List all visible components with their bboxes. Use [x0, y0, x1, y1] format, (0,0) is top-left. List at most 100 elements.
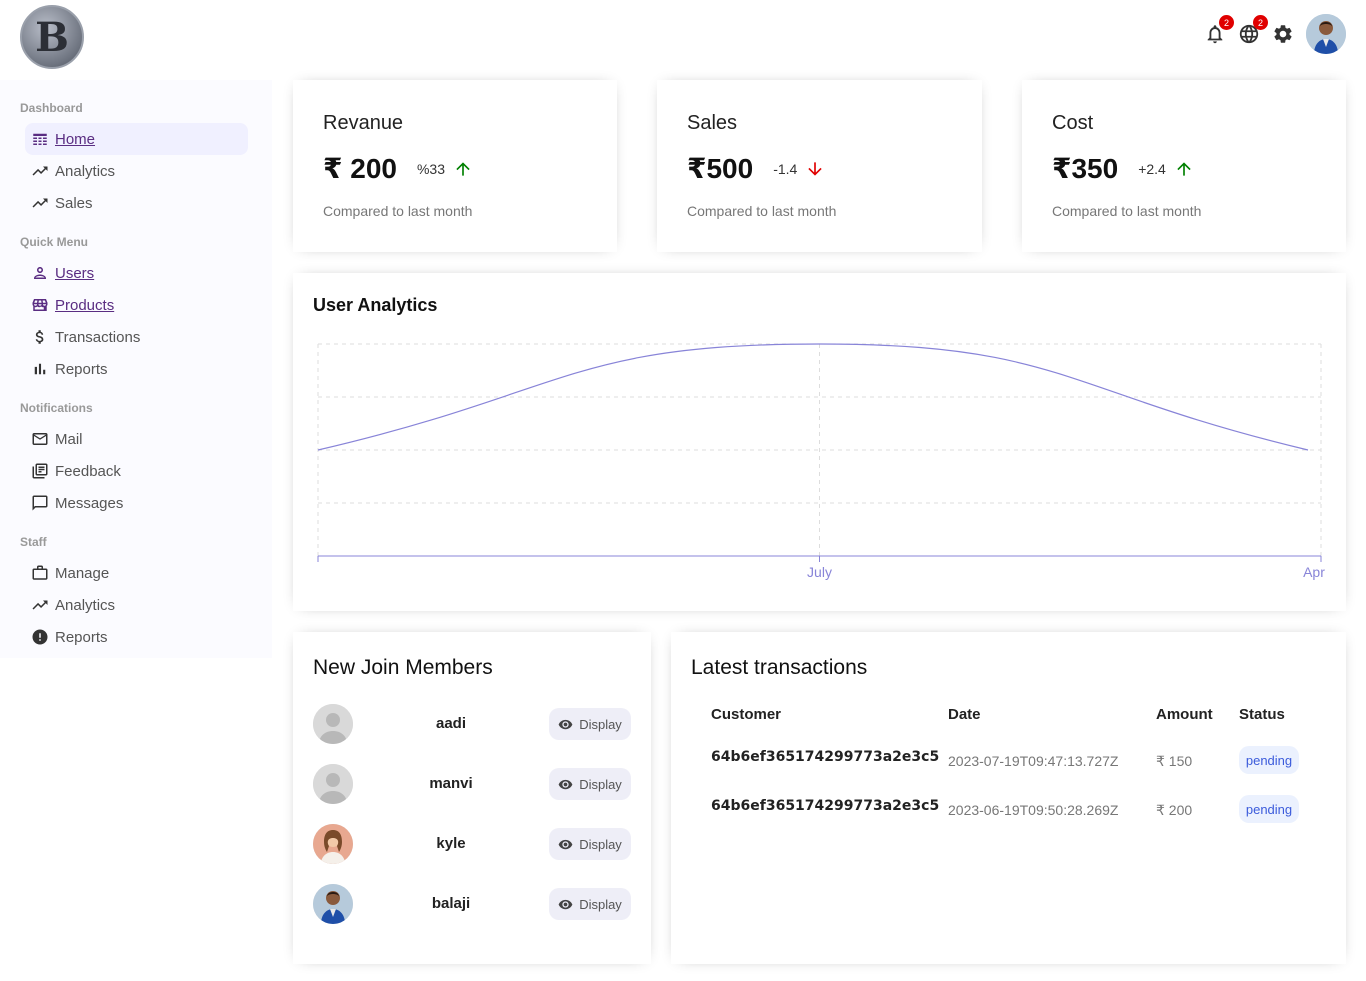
featured-subtitle: Compared to last month [687, 203, 837, 219]
report-icon [31, 628, 49, 646]
notifications-button[interactable]: 2 [1204, 15, 1234, 45]
sidebar-item-label: Reports [55, 628, 108, 646]
sidebar-section-title: Dashboard [20, 101, 83, 115]
eye-icon [558, 899, 573, 909]
settings-button[interactable] [1272, 23, 1294, 45]
member-row: manvi Display [313, 764, 633, 804]
trending-up-icon [31, 162, 49, 180]
user-avatar[interactable] [1306, 14, 1346, 54]
store-icon [31, 296, 49, 314]
sidebar-item-staff-reports[interactable]: Reports [25, 621, 248, 653]
eye-icon [558, 779, 573, 789]
member-avatar [313, 764, 353, 804]
sidebar-item-label: Reports [55, 360, 108, 378]
sidebar-item-label: Messages [55, 494, 124, 512]
gear-icon [1274, 25, 1292, 43]
x-tick-label: Apr [1303, 564, 1325, 580]
display-button[interactable]: Display [549, 888, 631, 920]
sidebar-section-title: Notifications [20, 401, 93, 415]
member-row: balaji Display [313, 884, 633, 924]
user-analytics-chart: July Apr [317, 343, 1325, 580]
featured-card-sales: Sales ₹500 -1.4 Compared to last month [657, 80, 982, 252]
brand-logo[interactable]: B [20, 5, 84, 69]
display-button-label: Display [579, 896, 622, 912]
featured-money: ₹350 [1052, 153, 1119, 184]
display-button[interactable]: Display [549, 768, 631, 800]
user-analytics-card: User Analytics July Apr [293, 273, 1346, 611]
member-name: aadi [435, 715, 466, 732]
widget-title: New Join Members [313, 656, 493, 679]
sidebar-item-label: Transactions [55, 328, 141, 346]
display-button-label: Display [579, 776, 622, 792]
arrow-up-icon [456, 161, 470, 176]
language-button[interactable]: 2 [1238, 15, 1268, 45]
sidebar-item-home[interactable]: Home [25, 123, 248, 155]
display-button-label: Display [579, 716, 622, 732]
arrow-down-icon [808, 161, 822, 176]
arrow-up-icon [1177, 161, 1191, 176]
featured-card-cost: Cost ₹350 +2.4 Compared to last month [1022, 80, 1346, 252]
display-button[interactable]: Display [549, 708, 631, 740]
sidebar-item-mail[interactable]: Mail [25, 423, 248, 455]
featured-rate: %33 [416, 160, 446, 177]
sidebar-item-label: Manage [55, 564, 110, 582]
member-photo [313, 884, 353, 924]
display-button[interactable]: Display [549, 828, 631, 860]
featured-title: Cost [1052, 112, 1094, 134]
sidebar: Dashboard Home Analytics Sales Quick Men… [0, 80, 272, 658]
sidebar-item-transactions[interactable]: Transactions [25, 321, 248, 353]
member-photo [313, 824, 353, 864]
column-header-date: Date [948, 706, 981, 723]
sidebar-section-title: Staff [20, 535, 47, 549]
status-badge: pending [1239, 746, 1299, 774]
trending-up-icon [31, 194, 49, 212]
sidebar-item-staff-analytics[interactable]: Analytics [25, 589, 248, 621]
member-name: kyle [436, 835, 466, 852]
column-header-customer: Customer [711, 706, 782, 723]
sidebar-item-reports[interactable]: Reports [25, 353, 248, 385]
sidebar-item-label: Products [55, 296, 115, 314]
dollar-icon [31, 328, 49, 346]
sidebar-item-messages[interactable]: Messages [25, 487, 248, 519]
mail-icon [31, 430, 49, 448]
featured-money: ₹ 200 [323, 153, 397, 184]
member-avatar [313, 824, 353, 864]
trending-up-icon [31, 596, 49, 614]
feedback-icon [31, 462, 49, 480]
message-icon [31, 494, 49, 512]
sidebar-item-label: Sales [55, 194, 93, 212]
default-avatar-icon [313, 764, 353, 804]
sidebar-item-users[interactable]: Users [25, 257, 248, 289]
eye-icon [558, 839, 573, 849]
widget-title: Latest transactions [691, 656, 868, 679]
member-name: manvi [429, 775, 473, 792]
sidebar-item-label: Users [55, 264, 95, 282]
featured-values: ₹ 200 %33 [323, 152, 473, 185]
featured-money: ₹500 [687, 153, 754, 184]
status-badge: pending [1239, 795, 1299, 823]
sidebar-item-label: Mail [55, 430, 83, 448]
sidebar-section-title: Quick Menu [20, 235, 89, 249]
sidebar-item-manage[interactable]: Manage [25, 557, 248, 589]
bar-chart-icon [31, 360, 49, 378]
sidebar-item-analytics[interactable]: Analytics [25, 155, 248, 187]
notifications-badge: 2 [1219, 15, 1234, 30]
sidebar-item-products[interactable]: Products [25, 289, 248, 321]
featured-values: ₹500 -1.4 [687, 152, 825, 185]
sidebar-item-sales[interactable]: Sales [25, 187, 248, 219]
home-icon [31, 130, 49, 148]
sidebar-item-label: Analytics [55, 162, 116, 180]
featured-rate: -1.4 [773, 160, 798, 177]
featured-subtitle: Compared to last month [323, 203, 473, 219]
column-header-status: Status [1239, 706, 1285, 723]
profile-photo [1306, 14, 1346, 54]
featured-card-revenue: Revanue ₹ 200 %33 Compared to last month [293, 80, 617, 252]
new-members-widget: New Join Members aadi Display manvi Disp… [293, 632, 651, 964]
latest-transactions-widget: Latest transactions Customer Date Amount… [671, 632, 1346, 964]
member-row: aadi Display [313, 704, 633, 744]
transaction-date: 2023-07-19T09:47:13.727Z [948, 753, 1119, 769]
display-button-label: Display [579, 836, 622, 852]
featured-rate: +2.4 [1138, 160, 1166, 177]
sidebar-item-feedback[interactable]: Feedback [25, 455, 248, 487]
transaction-amount: ₹ 200 [1156, 802, 1193, 818]
